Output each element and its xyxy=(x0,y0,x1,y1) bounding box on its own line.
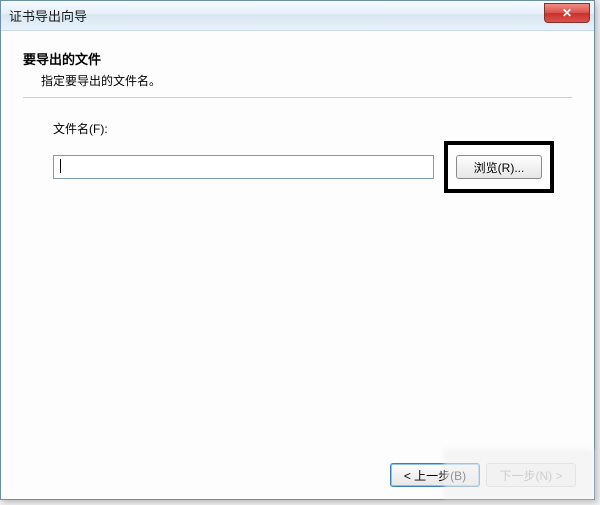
form-area: 文件名(F): 浏览(R)... xyxy=(23,120,572,193)
divider xyxy=(23,97,572,98)
close-button[interactable]: ✕ xyxy=(544,3,590,23)
page-subheading: 指定要导出的文件名。 xyxy=(41,72,572,89)
blurred-region xyxy=(444,449,594,499)
text-caret xyxy=(60,159,61,173)
filename-label: 文件名(F): xyxy=(53,120,554,137)
close-icon: ✕ xyxy=(562,6,572,20)
browse-button[interactable]: 浏览(R)... xyxy=(456,155,542,179)
titlebar: 证书导出向导 ✕ xyxy=(1,1,594,31)
content-area: 要导出的文件 指定要导出的文件名。 文件名(F): 浏览(R)... xyxy=(1,31,594,193)
page-heading: 要导出的文件 xyxy=(23,49,572,68)
filename-row: 浏览(R)... xyxy=(53,141,554,193)
browse-highlight-box: 浏览(R)... xyxy=(444,141,554,193)
window-title: 证书导出向导 xyxy=(9,6,87,25)
wizard-window: 证书导出向导 ✕ 要导出的文件 指定要导出的文件名。 文件名(F): 浏览(R)… xyxy=(0,0,595,500)
filename-input[interactable] xyxy=(53,155,434,179)
